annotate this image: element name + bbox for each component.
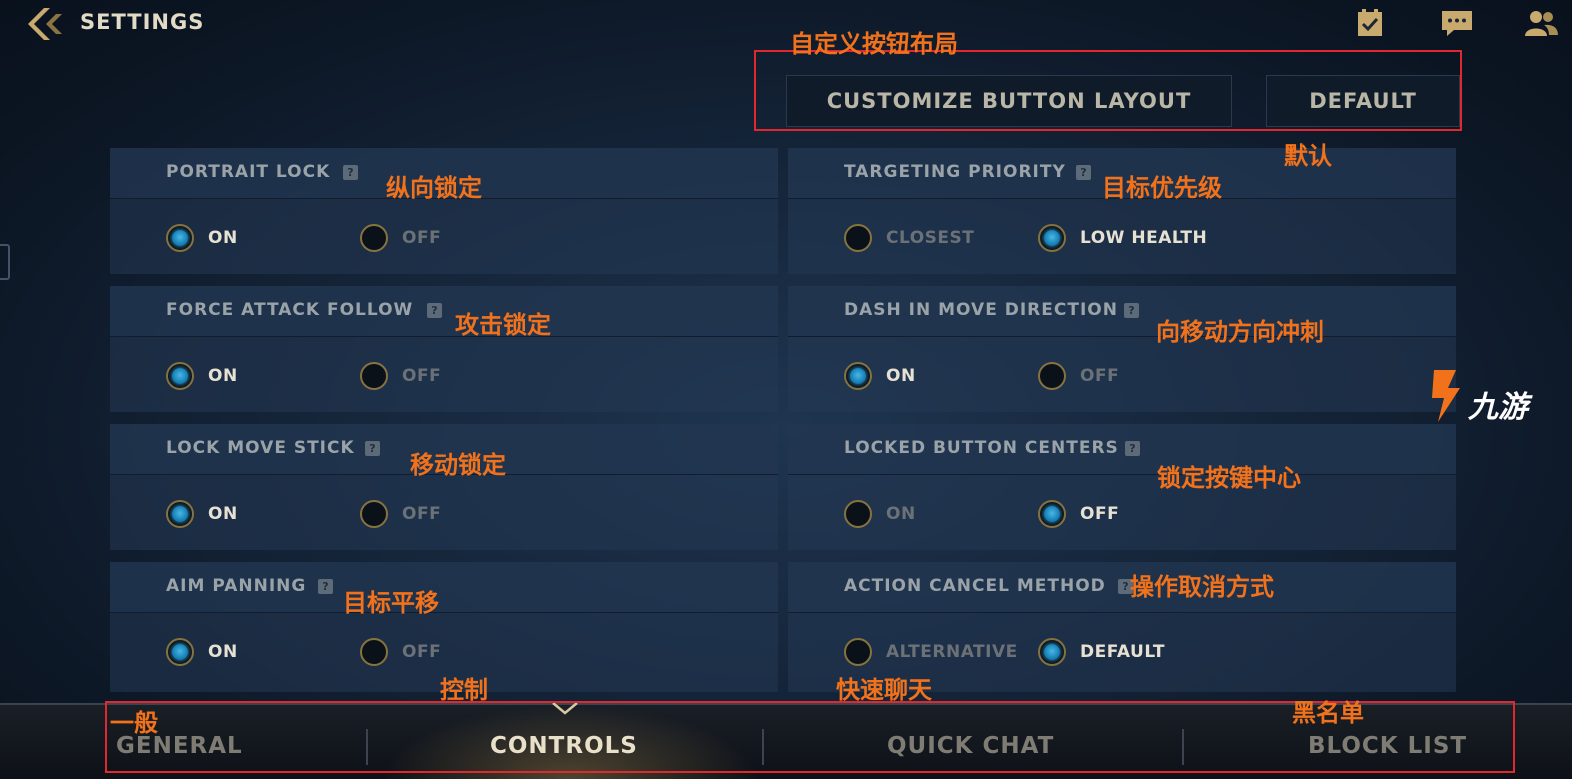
setting-targeting-priority: TARGETING PRIORITY ? CLOSEST LOW HEALTH <box>788 148 1456 274</box>
friends-icon[interactable] <box>1524 8 1558 38</box>
radio-selected-icon <box>1038 638 1066 666</box>
page-title: SETTINGS <box>80 10 205 34</box>
watermark-text: 九游 <box>1468 390 1528 425</box>
option-on[interactable]: ON <box>844 498 916 530</box>
checklist-icon[interactable] <box>1354 8 1388 38</box>
option-default[interactable]: DEFAULT <box>1038 636 1165 668</box>
radio-unselected-icon <box>360 224 388 252</box>
option-off[interactable]: OFF <box>360 636 441 668</box>
setting-label: PORTRAIT LOCK <box>166 162 331 182</box>
option-closest[interactable]: CLOSEST <box>844 222 974 254</box>
option-on[interactable]: ON <box>166 498 238 530</box>
radio-unselected-icon <box>360 362 388 390</box>
top-bar: SETTINGS <box>0 0 1572 48</box>
help-icon[interactable]: ? <box>1124 303 1139 318</box>
annotation-force-attack: 攻击锁定 <box>455 311 551 339</box>
annotation-aim-panning: 目标平移 <box>343 589 439 617</box>
annotation-general: 一般 <box>110 709 158 737</box>
help-icon[interactable]: ? <box>318 579 333 594</box>
radio-unselected-icon <box>1038 362 1066 390</box>
option-off[interactable]: OFF <box>360 498 441 530</box>
setting-label: LOCK MOVE STICK <box>166 438 355 458</box>
option-off[interactable]: OFF <box>1038 360 1119 392</box>
annotation-default: 默认 <box>1284 142 1332 170</box>
setting-label: FORCE ATTACK FOLLOW <box>166 300 414 320</box>
side-edge-handle[interactable] <box>0 244 10 280</box>
option-off[interactable]: OFF <box>1038 498 1119 530</box>
radio-selected-icon <box>1038 500 1066 528</box>
option-on[interactable]: ON <box>166 360 238 392</box>
annotation-controls: 控制 <box>440 676 488 704</box>
radio-selected-icon <box>166 500 194 528</box>
option-off[interactable]: OFF <box>360 360 441 392</box>
highlight-box-buttons <box>754 50 1462 131</box>
setting-portrait-lock: PORTRAIT LOCK ? ON OFF <box>110 148 778 274</box>
setting-label: ACTION CANCEL METHOD <box>844 576 1106 596</box>
option-on[interactable]: ON <box>844 360 916 392</box>
help-icon[interactable]: ? <box>1076 165 1091 180</box>
annotation-action-cancel: 操作取消方式 <box>1130 573 1274 601</box>
setting-label: TARGETING PRIORITY <box>844 162 1066 182</box>
option-on[interactable]: ON <box>166 636 238 668</box>
radio-selected-icon <box>166 638 194 666</box>
lightning-logo-icon <box>1432 370 1460 422</box>
setting-label: DASH IN MOVE DIRECTION <box>844 300 1118 320</box>
help-icon[interactable]: ? <box>427 303 442 318</box>
radio-selected-icon <box>166 224 194 252</box>
option-off[interactable]: OFF <box>360 222 441 254</box>
setting-label: LOCKED BUTTON CENTERS <box>844 438 1119 458</box>
setting-label: AIM PANNING <box>166 576 307 596</box>
setting-dash-in-move-direction: DASH IN MOVE DIRECTION ? ON OFF <box>788 286 1456 412</box>
setting-lock-move-stick: LOCK MOVE STICK ? ON OFF <box>110 424 778 550</box>
annotation-customize: 自定义按钮布局 <box>790 30 958 58</box>
help-icon[interactable]: ? <box>343 165 358 180</box>
radio-unselected-icon <box>360 638 388 666</box>
radio-unselected-icon <box>844 638 872 666</box>
radio-unselected-icon <box>360 500 388 528</box>
annotation-portrait-lock: 纵向锁定 <box>386 174 482 202</box>
annotation-targeting-priority: 目标优先级 <box>1102 174 1222 202</box>
help-icon[interactable]: ? <box>1125 441 1140 456</box>
radio-unselected-icon <box>844 224 872 252</box>
annotation-lock-move: 移动锁定 <box>410 451 506 479</box>
radio-unselected-icon <box>844 500 872 528</box>
option-on[interactable]: ON <box>166 222 238 254</box>
back-chevron-icon[interactable] <box>26 6 70 42</box>
annotation-quick-chat: 快速聊天 <box>836 676 932 704</box>
option-low-health[interactable]: LOW HEALTH <box>1038 222 1207 254</box>
help-icon[interactable]: ? <box>365 441 380 456</box>
annotation-block-list: 黑名单 <box>1292 699 1364 727</box>
annotation-dash: 向移动方向冲刺 <box>1156 318 1324 346</box>
radio-selected-icon <box>166 362 194 390</box>
radio-selected-icon <box>844 362 872 390</box>
chat-icon[interactable] <box>1440 8 1474 38</box>
setting-force-attack-follow: FORCE ATTACK FOLLOW ? ON OFF <box>110 286 778 412</box>
radio-selected-icon <box>1038 224 1066 252</box>
annotation-locked-centers: 锁定按键中心 <box>1157 464 1301 492</box>
setting-locked-button-centers: LOCKED BUTTON CENTERS ? ON OFF <box>788 424 1456 550</box>
option-alternative[interactable]: ALTERNATIVE <box>844 636 1018 668</box>
